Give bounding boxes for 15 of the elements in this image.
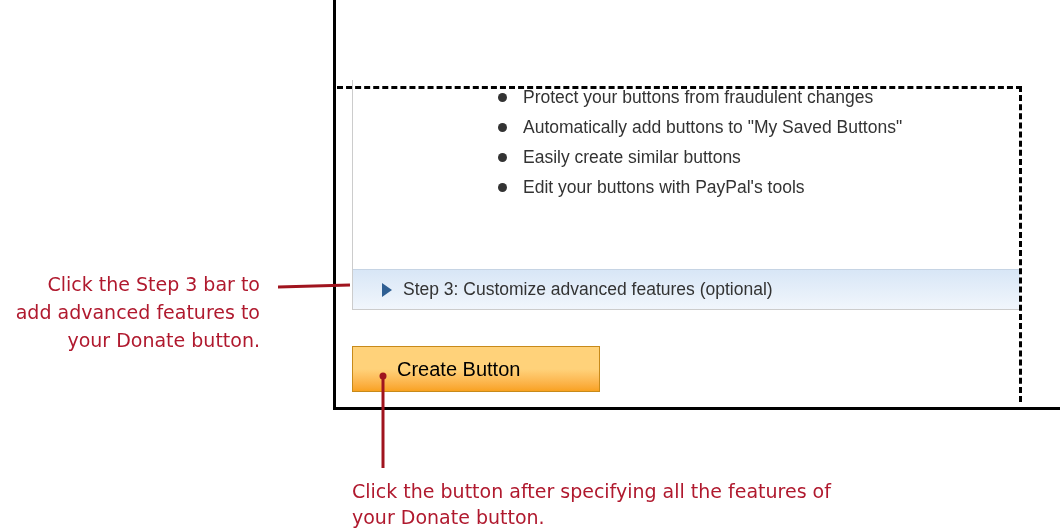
feature-text: Protect your buttons from fraudulent changes <box>523 86 874 109</box>
feature-text: Automatically add buttons to "My Saved Buttons" <box>523 116 903 139</box>
callout-text: Click the Step 3 bar to add advanced features to your Donate button. <box>14 272 260 353</box>
triangle-right-icon <box>381 281 393 298</box>
feature-text: Edit your buttons with PayPal's tools <box>523 176 805 199</box>
create-button[interactable]: Create Button <box>352 346 600 392</box>
leader-line <box>278 283 350 289</box>
step-bar-label: Step 3: Customize advanced features (optional) <box>403 278 773 302</box>
bullet-icon <box>498 92 507 102</box>
bullet-icon <box>498 182 507 192</box>
bullet-icon <box>498 122 507 132</box>
callout-text: Click the button after specifying all the features of your Donate button. <box>352 479 833 530</box>
step-bar[interactable]: Step 3: Customize advanced features (optional) <box>353 269 1020 309</box>
feature-text: Easily create similar buttons <box>523 146 741 169</box>
bullet-icon <box>498 152 507 162</box>
